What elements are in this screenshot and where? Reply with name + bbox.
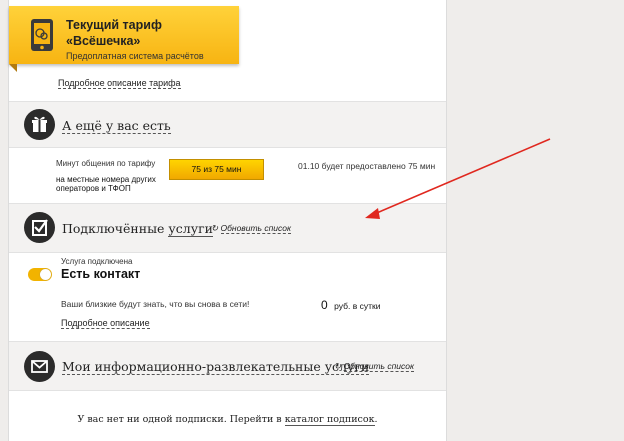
annotation-arrow	[365, 138, 551, 219]
